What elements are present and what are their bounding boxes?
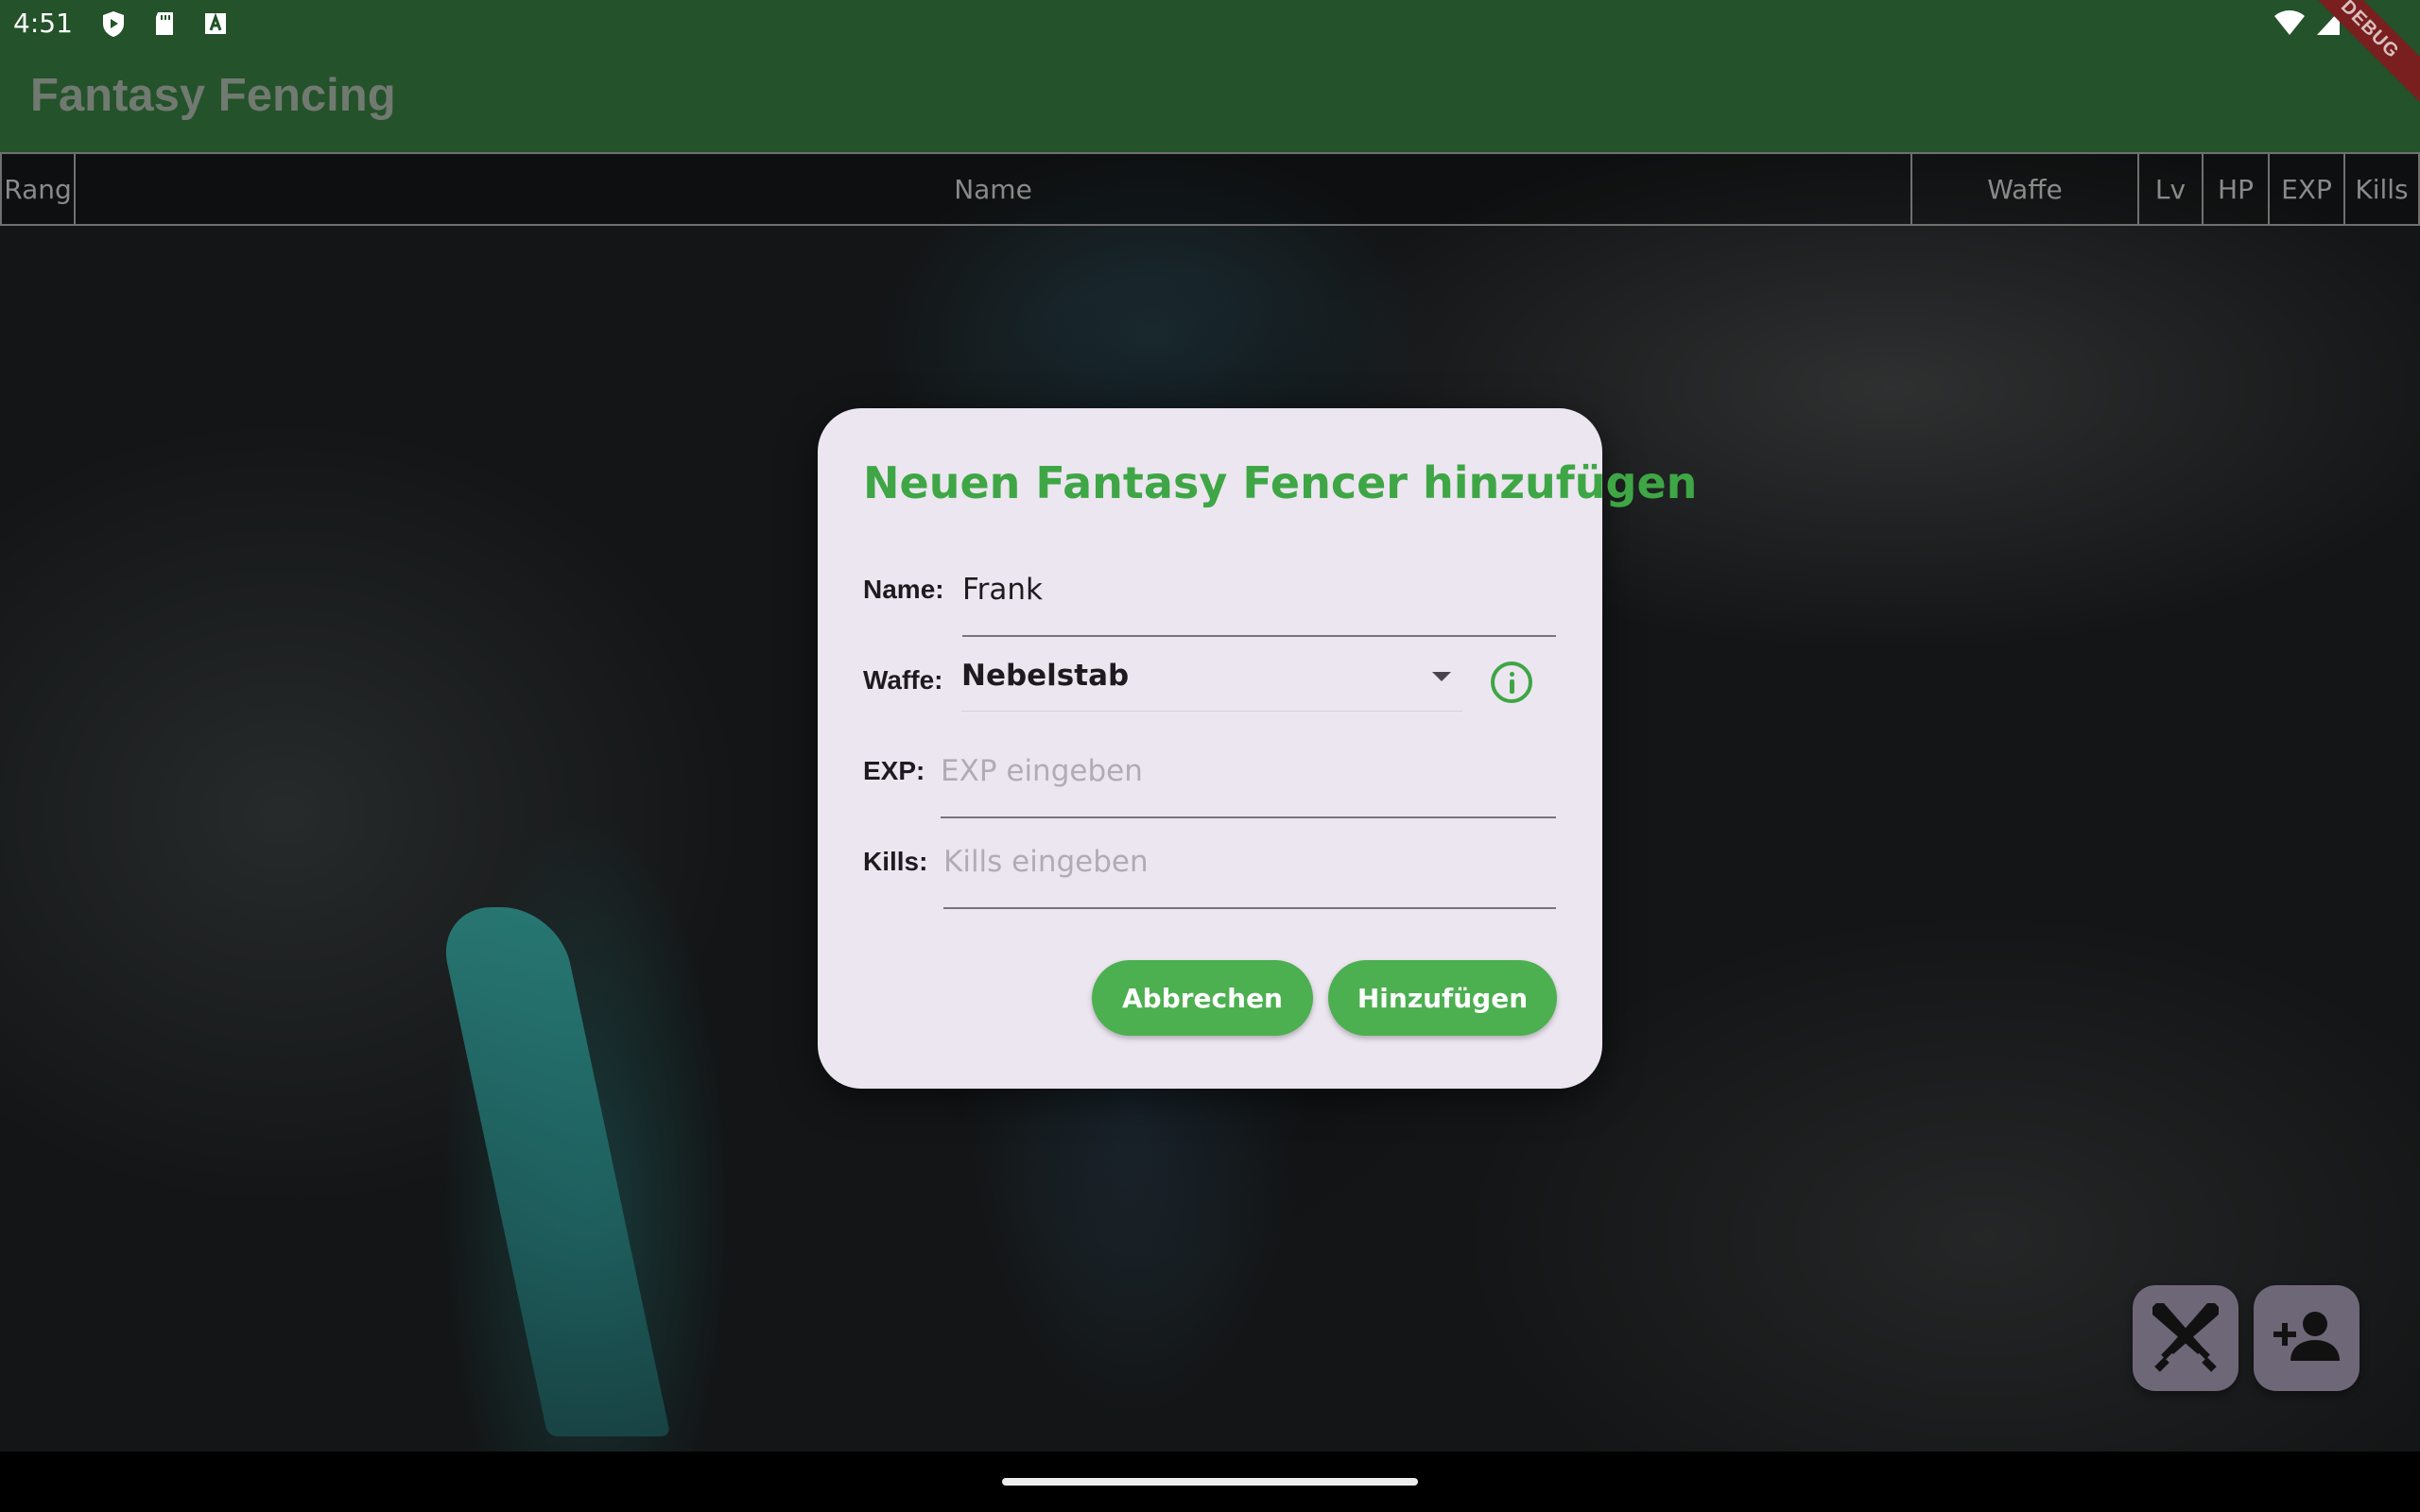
- chevron-down-icon: [1432, 672, 1451, 681]
- waffe-selected-value: Nebelstab: [961, 659, 1130, 693]
- waffe-label: Waffe:: [863, 665, 943, 695]
- exp-input[interactable]: [941, 750, 1556, 818]
- info-icon[interactable]: [1491, 662, 1532, 703]
- app-screen: 4:51 Fantasy Fencing DEBUG Rang Name Waf…: [0, 0, 2420, 1512]
- home-gesture-handle[interactable]: [1002, 1478, 1418, 1486]
- navigation-bar: [0, 1452, 2420, 1512]
- cancel-button[interactable]: Abbrechen: [1092, 960, 1313, 1036]
- dialog-title: Neuen Fantasy Fencer hinzufügen: [863, 457, 1698, 508]
- name-input[interactable]: [962, 569, 1556, 637]
- kills-input[interactable]: [943, 841, 1556, 909]
- kills-label: Kills:: [863, 847, 928, 876]
- name-label: Name:: [863, 575, 944, 604]
- waffe-dropdown[interactable]: Nebelstab: [961, 659, 1462, 712]
- exp-label: EXP:: [863, 756, 925, 785]
- add-button[interactable]: Hinzufügen: [1328, 960, 1557, 1036]
- add-fencer-dialog: Neuen Fantasy Fencer hinzufügen Name: Wa…: [818, 408, 1697, 1089]
